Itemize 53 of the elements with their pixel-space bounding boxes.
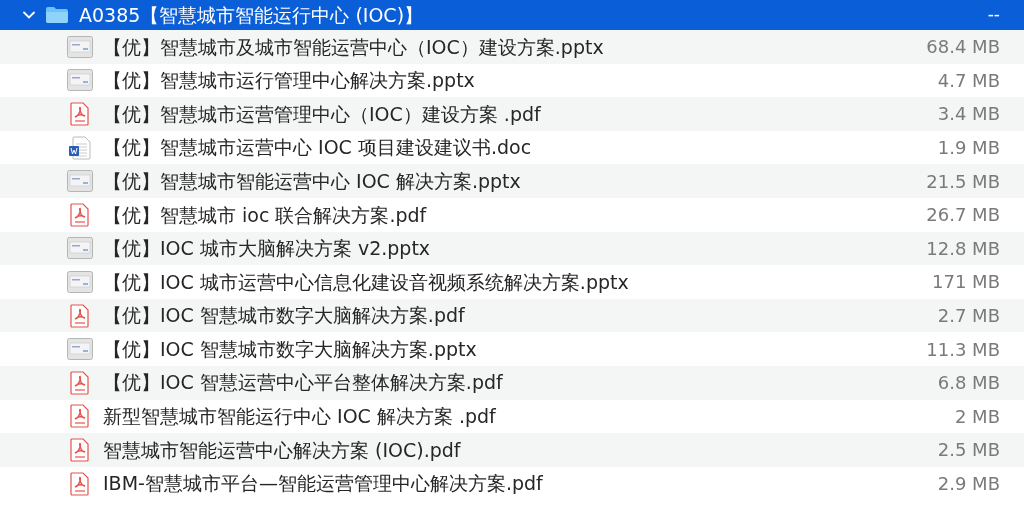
file-row[interactable]: 【优】智慧城市及城市智能运营中心（IOC）建设方案.pptx 68.4 MB [0,30,1024,64]
file-name: 【优】IOC 城市大脑解决方案 v2.pptx [103,236,431,262]
file-name: 【优】智慧城市运营管理中心（IOC）建设方案 .pdf [103,101,541,127]
word-document-icon [68,135,92,160]
file-name: 【优】IOC 智慧城市数字大脑解决方案.pptx [103,336,477,362]
file-row[interactable]: 智慧城市智能运营中心解决方案 (IOC).pdf 2.5 MB [0,433,1024,467]
file-row[interactable]: 【优】IOC 智慧城市数字大脑解决方案.pdf 2.7 MB [0,298,1024,333]
file-size: 171 MB [932,270,1000,295]
file-size: 26.7 MB [926,203,1000,228]
folder-name: A0385【智慧城市智能运行中心 (IOC)】 [79,2,424,28]
folder-icon [45,6,69,24]
file-name: 【优】智慧城市运行管理中心解决方案.pptx [103,68,475,94]
pdf-file-icon [70,404,90,429]
file-size: 1.9 MB [937,136,1000,161]
file-size: 6.8 MB [937,371,1000,396]
file-size: 2.5 MB [937,438,1000,463]
file-name: 【优】智慧城市 ioc 联合解决方案.pdf [103,202,427,228]
slide-thumbnail-icon [67,170,93,193]
file-row[interactable]: 【优】智慧城市智能运营中心 IOC 解决方案.pptx 21.5 MB [0,164,1024,198]
file-name: 【优】智慧城市运营中心 IOC 项目建设建议书.doc [103,135,532,161]
pdf-file-icon [70,202,90,227]
slide-thumbnail-icon [67,270,93,293]
slide-thumbnail-icon [67,237,93,260]
file-size: 68.4 MB [926,35,1000,60]
pdf-file-icon [70,303,90,328]
slide-thumbnail-icon [67,69,93,92]
file-name: 【优】IOC 智慧运营中心平台整体解决方案.pdf [103,370,503,396]
file-row[interactable]: 【优】智慧城市运营管理中心（IOC）建设方案 .pdf 3.4 MB [0,97,1024,131]
file-size: 4.7 MB [937,68,1000,93]
file-size: 2.7 MB [937,304,1000,329]
file-name: 智慧城市智能运营中心解决方案 (IOC).pdf [103,437,461,463]
file-size: 2.9 MB [937,472,1000,496]
file-name: IBM-智慧城市平台—智能运营管理中心解决方案.pdf [103,471,543,497]
file-size: 11.3 MB [926,337,1000,362]
file-name: 【优】IOC 智慧城市数字大脑解决方案.pdf [103,303,465,329]
file-size: 21.5 MB [926,169,1000,194]
file-name: 新型智慧城市智能运行中心 IOC 解决方案 .pdf [103,404,496,430]
file-size: 2 MB [954,404,1000,429]
file-row[interactable]: 【优】IOC 智慧运营中心平台整体解决方案.pdf 6.8 MB [0,365,1024,400]
folder-size: -- [987,3,1000,27]
pdf-file-icon [70,471,90,496]
file-row[interactable]: 【优】IOC 城市大脑解决方案 v2.pptx 12.8 MB [0,231,1024,266]
file-name: 【优】IOC 城市运营中心信息化建设音视频系统解决方案.pptx [103,269,629,295]
file-size: 12.8 MB [926,236,1000,261]
slide-thumbnail-icon [67,338,93,361]
file-size: 3.4 MB [937,102,1000,127]
folder-row[interactable]: A0385【智慧城市智能运行中心 (IOC)】 -- [0,0,1024,30]
file-name: 【优】智慧城市智能运营中心 IOC 解决方案.pptx [103,168,521,194]
pdf-file-icon [70,102,90,126]
slide-thumbnail-icon [67,35,93,58]
pdf-file-icon [70,437,90,462]
pdf-file-icon [70,370,90,395]
file-name: 【优】智慧城市及城市智能运营中心（IOC）建设方案.pptx [103,34,604,60]
